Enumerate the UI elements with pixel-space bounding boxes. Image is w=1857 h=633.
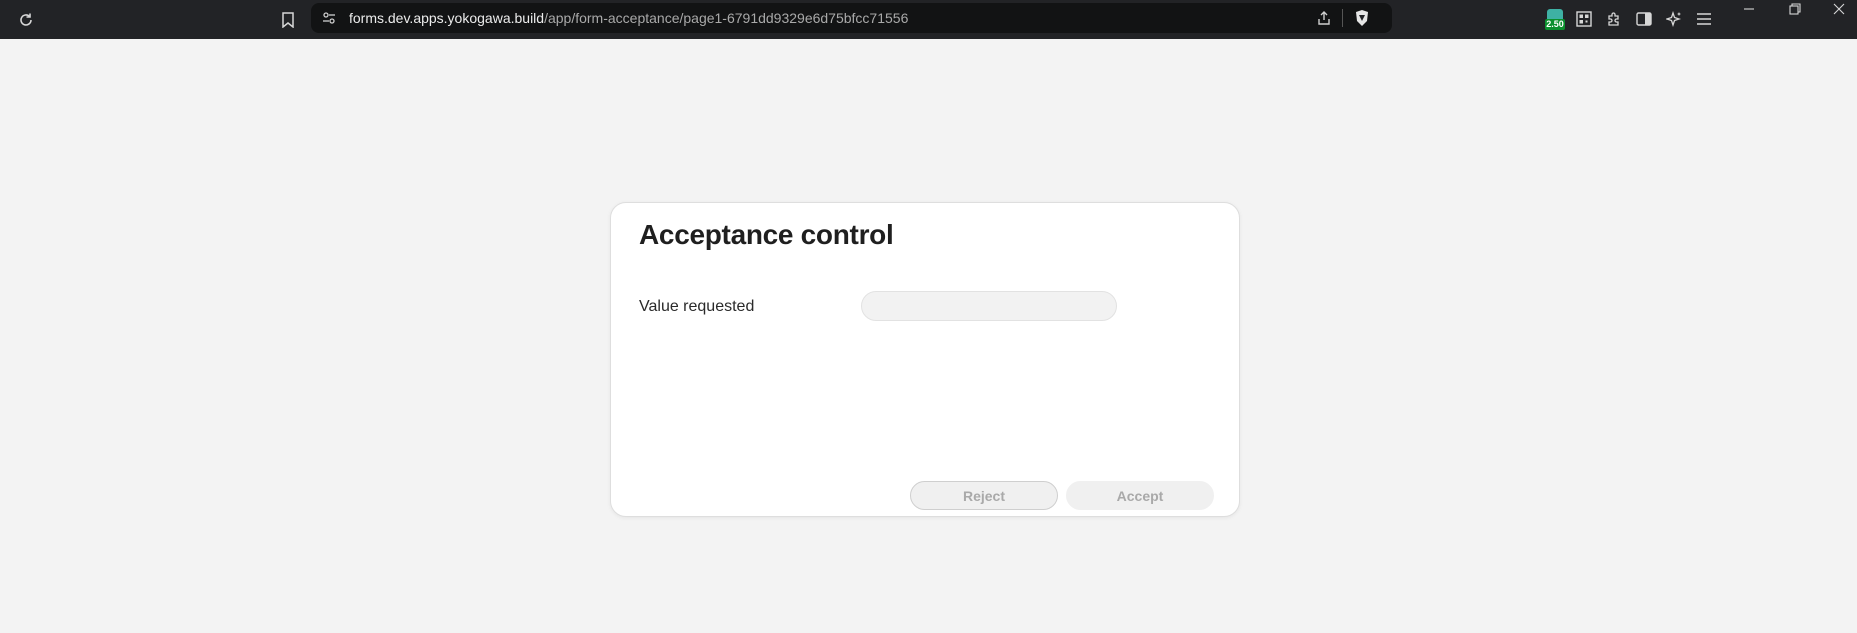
value-requested-label: Value requested [639, 298, 755, 315]
reload-icon[interactable] [14, 8, 38, 32]
leo-ai-icon[interactable] [1663, 8, 1685, 30]
address-bar[interactable]: forms.dev.apps.yokogawa.build/app/form-a… [311, 3, 1392, 33]
bookmark-icon[interactable] [276, 8, 300, 32]
extension-badge-icon[interactable]: 2.50 [1545, 7, 1565, 31]
acceptance-card: Acceptance control Value requested Rejec… [610, 202, 1240, 517]
extension-badge-count: 2.50 [1545, 19, 1565, 30]
url-host: forms.dev.apps.yokogawa.build [349, 10, 545, 26]
page-title: Acceptance control [639, 219, 894, 250]
extension-badge-graphic [1547, 9, 1563, 19]
restore-icon[interactable] [1782, 0, 1808, 18]
menu-icon[interactable] [1693, 8, 1715, 30]
extensions-icon[interactable] [1603, 8, 1625, 30]
url-text: forms.dev.apps.yokogawa.build/app/form-a… [349, 10, 908, 26]
reject-button[interactable]: Reject [910, 481, 1058, 510]
browser-toolbar: forms.dev.apps.yokogawa.build/app/form-a… [0, 0, 1857, 39]
accept-button[interactable]: Accept [1066, 481, 1214, 510]
sidebar-icon[interactable] [1633, 8, 1655, 30]
site-info-icon[interactable] [319, 8, 339, 28]
value-requested-input[interactable] [861, 291, 1117, 321]
url-path: /app/form-acceptance/page1-6791dd9329e6d… [544, 10, 909, 26]
qr-code-icon[interactable] [1573, 8, 1595, 30]
brave-shield-icon[interactable] [1351, 7, 1373, 29]
url-divider [1342, 9, 1343, 27]
minimize-icon[interactable] [1736, 0, 1762, 18]
share-icon[interactable] [1314, 8, 1334, 28]
close-icon[interactable] [1826, 0, 1852, 18]
